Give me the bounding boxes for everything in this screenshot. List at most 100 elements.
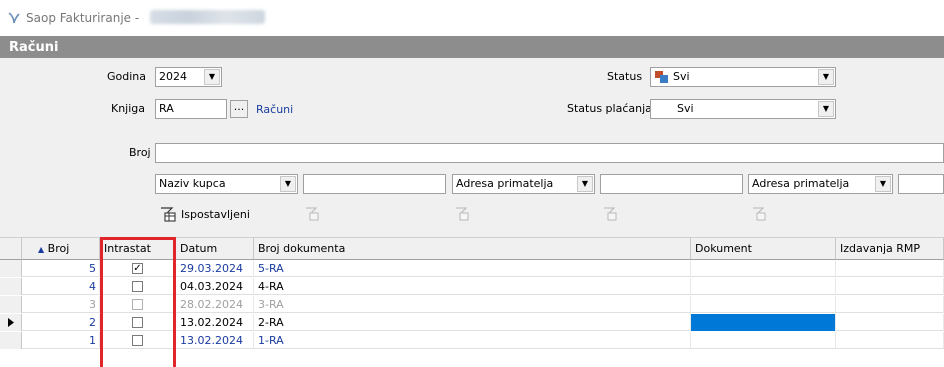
chevron-down-icon[interactable]: ▼ [280,176,296,192]
cell-broj: 5 [22,260,100,277]
search-column-select-2[interactable]: Adresa primatelja ▼ [452,174,595,194]
cell-broj-dokumenta: 4-RA [254,278,691,295]
app-title: Saop Fakturiranje - [26,11,140,25]
cell-datum: 29.03.2024 [176,260,254,277]
knjiga-browse-button[interactable]: ... [230,100,248,118]
current-row-arrow-icon [8,318,14,327]
search-column-select-1[interactable]: Naziv kupca ▼ [155,174,298,194]
knjiga-value: RA [159,102,174,115]
blurred-company-name [150,10,265,24]
cell-broj-dokumenta: 1-RA [254,332,691,349]
column-header-dokument[interactable]: Dokument [691,238,836,260]
filter-icon[interactable] [305,207,319,221]
cell-dokument[interactable] [691,296,836,313]
knjiga-label: Knjiga [111,102,146,115]
table-row[interactable]: 2 13.02.2024 2-RA [0,314,944,331]
godina-select[interactable]: 2024 ▼ [155,67,222,87]
table-row[interactable]: 5 ✓ 29.03.2024 5-RA [0,260,944,277]
intrastat-checkbox[interactable] [132,299,143,310]
table-row[interactable]: 3 28.02.2024 3-RA [0,296,944,313]
chevron-down-icon[interactable]: ▼ [818,69,834,85]
cell-dokument[interactable] [691,332,836,349]
cell-datum: 04.03.2024 [176,278,254,295]
cell-dokument[interactable] [691,260,836,277]
search-input-1[interactable] [303,174,446,194]
filter-grid-icon [161,207,176,222]
chevron-down-icon[interactable]: ▼ [577,176,593,192]
broj-input[interactable] [155,143,944,163]
search-column-select-3[interactable]: Adresa primatelja ▼ [748,174,893,194]
cell-broj-dokumenta: 2-RA [254,314,691,331]
chevron-down-icon[interactable]: ▼ [204,69,220,85]
sort-ascending-icon: ▲ [38,245,45,254]
status-select[interactable]: Svi ▼ [650,67,836,87]
ispostavljeni-label: Ispostavljeni [181,208,250,221]
filter-icon[interactable] [752,207,766,221]
cell-izdavanja-rmp [836,296,944,313]
status-placanja-label: Status plaćanja [567,102,652,115]
row-selector[interactable] [0,278,22,295]
status-label: Status [607,70,643,83]
row-selector[interactable] [0,260,22,277]
filter-icon[interactable] [603,207,617,221]
broj-label: Broj [129,146,151,159]
filter-icon[interactable] [455,207,469,221]
cell-broj: 4 [22,278,100,295]
cell-izdavanja-rmp [836,278,944,295]
cell-intrastat [100,296,176,313]
column-header-broj-dokumenta[interactable]: Broj dokumenta [254,238,691,260]
row-selector[interactable] [0,332,22,349]
filter-panel: Godina 2024 ▼ Knjiga RA ... Računi Statu… [0,58,944,238]
column-header-broj[interactable]: ▲ Broj [22,238,100,260]
intrastat-checkbox[interactable]: ✓ [132,263,143,274]
knjiga-link[interactable]: Računi [256,103,293,116]
knjiga-field[interactable]: RA [155,99,227,119]
cell-datum: 13.02.2024 [176,332,254,349]
intrastat-checkbox[interactable] [132,317,143,328]
cell-broj: 3 [22,296,100,313]
search-column-3-value: Adresa primatelja [752,177,850,190]
cell-datum: 28.02.2024 [176,296,254,313]
godina-label: Godina [107,70,147,83]
cell-intrastat [100,314,176,331]
chevron-down-icon[interactable]: ▼ [875,176,891,192]
cell-izdavanja-rmp [836,314,944,331]
search-column-1-value: Naziv kupca [159,177,226,190]
cell-dokument[interactable] [691,278,836,295]
cell-broj-dokumenta: 5-RA [254,260,691,277]
row-selector-header [0,238,22,260]
panel-title: Računi [9,40,59,55]
status-placanja-select[interactable]: Svi ▼ [650,99,836,119]
cell-broj: 2 [22,314,100,331]
search-input-2[interactable] [600,174,743,194]
table-row[interactable]: 4 04.03.2024 4-RA [0,278,944,295]
search-input-3[interactable] [898,174,944,194]
cell-intrastat [100,332,176,349]
cell-intrastat: ✓ [100,260,176,277]
app-icon [8,12,20,24]
cell-izdavanja-rmp [836,260,944,277]
chevron-down-icon[interactable]: ▼ [818,101,834,117]
status-placanja-value: Svi [677,102,694,115]
row-selector[interactable] [0,314,22,331]
cell-broj-dokumenta: 3-RA [254,296,691,313]
cell-intrastat [100,278,176,295]
status-value: Svi [673,70,690,83]
intrastat-checkbox[interactable] [132,281,143,292]
row-selector[interactable] [0,296,22,313]
column-header-datum[interactable]: Datum [176,238,254,260]
cell-dokument[interactable] [691,314,836,331]
column-header-broj-label: Broj [47,242,70,255]
intrastat-checkbox[interactable] [132,335,143,346]
column-header-intrastat[interactable]: Intrastat [100,238,176,260]
cell-datum: 13.02.2024 [176,314,254,331]
column-header-izdavanja-rmp[interactable]: Izdavanja RMP [836,238,944,260]
search-column-2-value: Adresa primatelja [456,177,554,190]
title-bar: Saop Fakturiranje - [0,0,944,36]
table-row[interactable]: 1 13.02.2024 1-RA [0,332,944,349]
godina-value: 2024 [159,70,187,83]
invoice-table: ▲ Broj Intrastat Datum Broj dokumenta Do… [0,238,944,367]
ispostavljeni-filter-button[interactable]: Ispostavljeni [160,205,260,225]
status-icon [655,71,668,83]
cell-broj: 1 [22,332,100,349]
